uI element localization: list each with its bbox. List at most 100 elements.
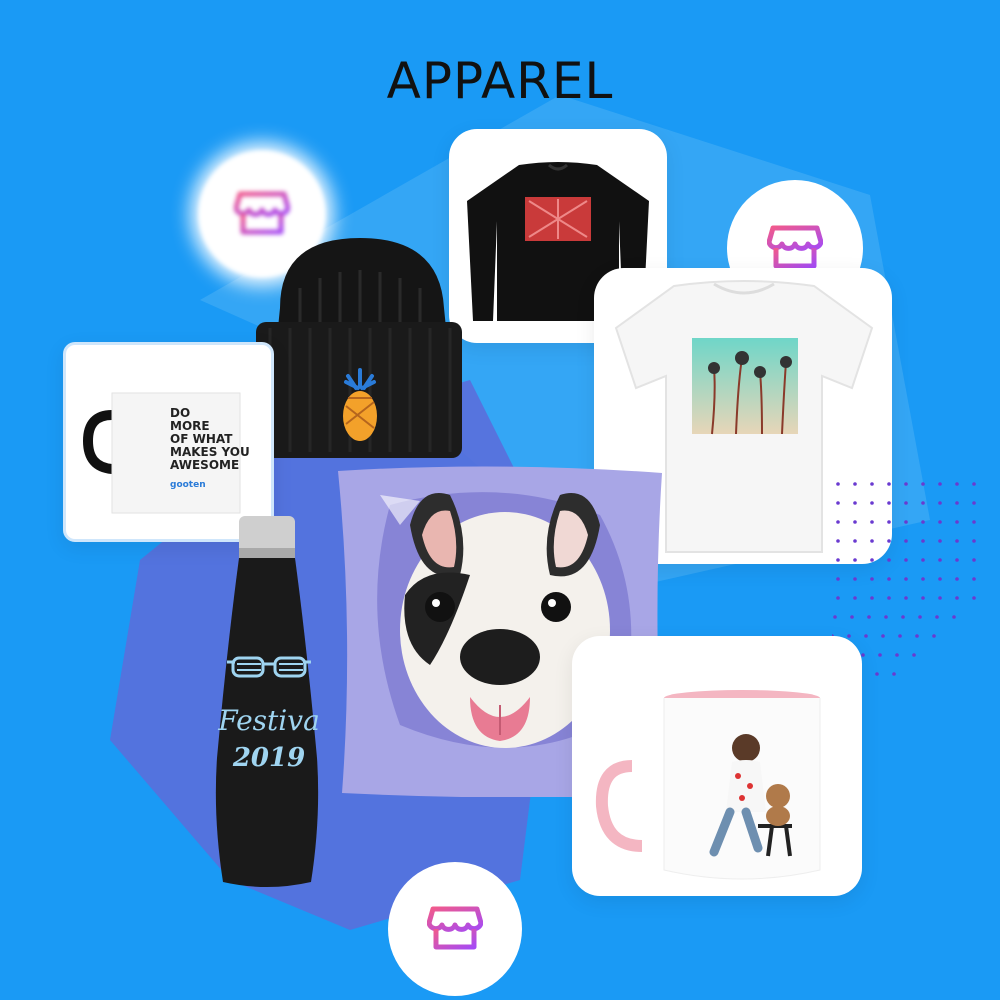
mug-line-5: AWESOME bbox=[170, 458, 239, 472]
dot bbox=[921, 520, 925, 524]
dot bbox=[884, 615, 888, 619]
dot bbox=[836, 577, 840, 581]
dot bbox=[972, 520, 976, 524]
dot bbox=[921, 558, 925, 562]
dot bbox=[870, 596, 874, 600]
dot bbox=[904, 520, 908, 524]
dot bbox=[853, 596, 857, 600]
dot bbox=[870, 577, 874, 581]
dot bbox=[850, 615, 854, 619]
dot bbox=[955, 577, 959, 581]
dot bbox=[870, 539, 874, 543]
mug-image: DO MORE OF WHAT MAKES YOU AWESOME gooten bbox=[82, 392, 250, 514]
dot bbox=[847, 634, 851, 638]
dot bbox=[932, 634, 936, 638]
dot bbox=[887, 558, 891, 562]
dot bbox=[895, 653, 899, 657]
dot bbox=[870, 520, 874, 524]
bottle-line-1: Festiva bbox=[217, 704, 320, 737]
dot bbox=[972, 482, 976, 486]
dot bbox=[853, 539, 857, 543]
dot bbox=[901, 615, 905, 619]
store-icon bbox=[767, 225, 823, 269]
dot bbox=[853, 501, 857, 505]
mug-line-3: OF WHAT bbox=[170, 432, 233, 446]
store-icon bbox=[234, 191, 290, 235]
dot bbox=[878, 653, 882, 657]
dot bbox=[836, 501, 840, 505]
dot bbox=[938, 596, 942, 600]
dot bbox=[887, 539, 891, 543]
dot bbox=[870, 501, 874, 505]
dot bbox=[912, 653, 916, 657]
dot bbox=[833, 615, 837, 619]
dot bbox=[887, 520, 891, 524]
dot bbox=[938, 482, 942, 486]
dot bbox=[918, 615, 922, 619]
dot bbox=[904, 558, 908, 562]
dot bbox=[972, 501, 976, 505]
dot bbox=[853, 520, 857, 524]
dot bbox=[904, 539, 908, 543]
dot bbox=[887, 596, 891, 600]
dot bbox=[972, 558, 976, 562]
page-title: APPAREL bbox=[386, 52, 614, 110]
dot bbox=[955, 501, 959, 505]
mug-line-2: MORE bbox=[170, 419, 210, 433]
dot bbox=[938, 539, 942, 543]
dot bbox=[836, 596, 840, 600]
beanie-image[interactable] bbox=[250, 238, 470, 463]
dot bbox=[972, 596, 976, 600]
dot bbox=[955, 596, 959, 600]
dot bbox=[853, 482, 857, 486]
dot bbox=[904, 482, 908, 486]
dot bbox=[921, 539, 925, 543]
mug-line-4: MAKES YOU bbox=[170, 445, 250, 459]
dot bbox=[898, 634, 902, 638]
dot bbox=[861, 653, 865, 657]
dot bbox=[887, 577, 891, 581]
dot bbox=[875, 672, 879, 676]
store-badge-bottom bbox=[388, 862, 522, 996]
mug-line-1: DO bbox=[170, 406, 190, 420]
dot bbox=[867, 615, 871, 619]
dot bbox=[915, 634, 919, 638]
dot bbox=[904, 596, 908, 600]
dot bbox=[881, 634, 885, 638]
dot bbox=[836, 539, 840, 543]
dot bbox=[836, 482, 840, 486]
dot bbox=[864, 634, 868, 638]
apparel-collage: APPAREL DO MORE OF WHAT MAKES YOU AWESOM… bbox=[0, 0, 1000, 1000]
dot bbox=[836, 558, 840, 562]
dot bbox=[870, 482, 874, 486]
dot bbox=[921, 596, 925, 600]
dot bbox=[955, 520, 959, 524]
water-bottle-image[interactable]: Festiva 2019 bbox=[205, 512, 335, 892]
dot bbox=[870, 558, 874, 562]
dot bbox=[921, 501, 925, 505]
photo-mug-image bbox=[595, 690, 821, 880]
dot bbox=[904, 577, 908, 581]
dot bbox=[887, 482, 891, 486]
dot bbox=[972, 539, 976, 543]
dot bbox=[853, 577, 857, 581]
dot bbox=[836, 520, 840, 524]
photo-mug-card[interactable] bbox=[572, 636, 862, 896]
store-icon bbox=[427, 906, 483, 950]
dot bbox=[972, 577, 976, 581]
dot bbox=[938, 520, 942, 524]
dot bbox=[955, 482, 959, 486]
dot bbox=[952, 615, 956, 619]
dot bbox=[853, 558, 857, 562]
dot bbox=[904, 501, 908, 505]
bottle-line-2: 2019 bbox=[232, 743, 305, 773]
dot bbox=[938, 577, 942, 581]
dot bbox=[935, 615, 939, 619]
dot bbox=[955, 558, 959, 562]
dot bbox=[921, 482, 925, 486]
dot bbox=[921, 577, 925, 581]
dot bbox=[938, 501, 942, 505]
dot bbox=[892, 672, 896, 676]
dot bbox=[938, 558, 942, 562]
mug-brand: gooten bbox=[170, 480, 206, 490]
